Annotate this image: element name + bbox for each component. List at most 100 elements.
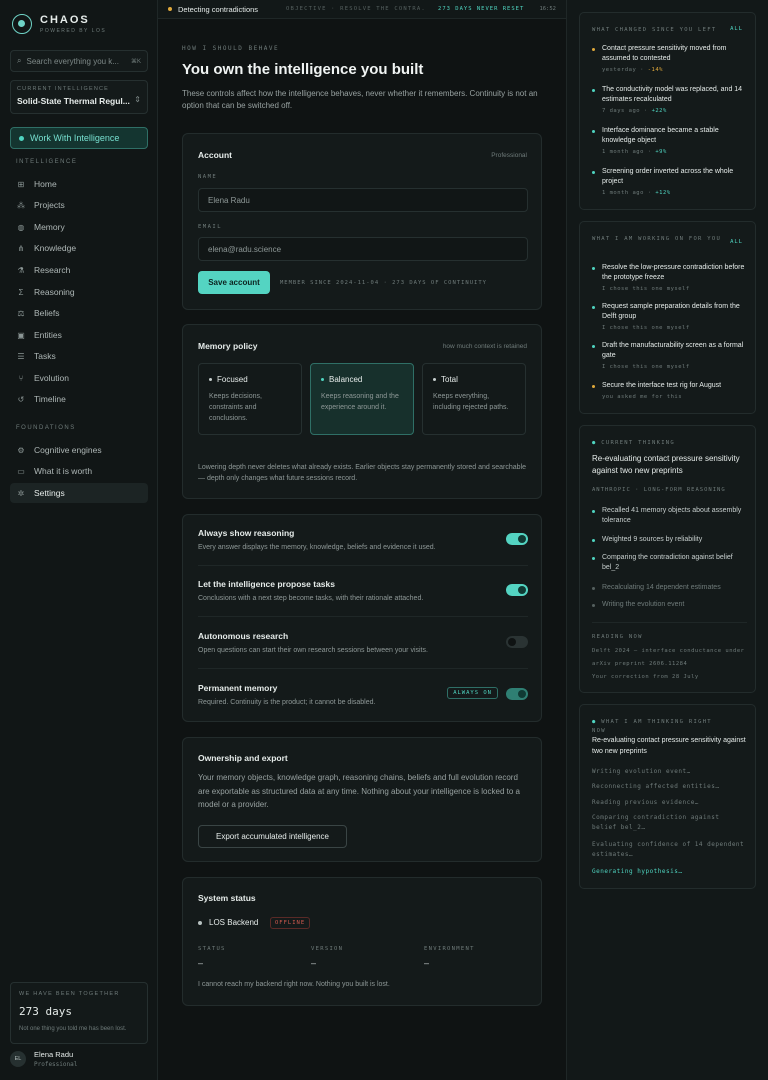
name-field[interactable]: Elena Radu <box>198 188 528 212</box>
live-dot-icon: ● <box>592 719 597 725</box>
thinking-step-text: Recalculating 14 dependent estimates <box>602 584 721 591</box>
account-plan: Professional <box>491 152 527 159</box>
always-on-badge: ALWAYS ON <box>447 687 498 699</box>
wallet-icon: ▭ <box>17 466 25 476</box>
working-on-all-link[interactable]: ALL <box>730 239 743 245</box>
sidebar-item-home[interactable]: ⊞ Home <box>10 174 148 194</box>
sidebar-item-entities[interactable]: ▣ Entities <box>10 325 148 345</box>
permanent-memory-toggle <box>506 688 528 700</box>
sidebar-item-label: Knowledge <box>34 243 77 253</box>
work-item[interactable]: Secure the interface test rig for August… <box>592 381 747 400</box>
engine-icon: ⚙ <box>17 445 25 455</box>
memory-policy-note: how much context is retained <box>442 343 527 350</box>
thought-line: Reading previous evidence… <box>592 799 699 806</box>
change-item[interactable]: The conductivity model was replaced, and… <box>592 85 747 114</box>
export-intelligence-button[interactable]: Export accumulated intelligence <box>198 825 347 848</box>
what-changed-title: WHAT CHANGED SINCE YOU LEFT <box>592 27 717 33</box>
sidebar-item-memory[interactable]: ◍ Memory <box>10 217 148 237</box>
sidebar-item-tasks[interactable]: ☰ Tasks <box>10 346 148 366</box>
working-on-card: WHAT I AM WORKING ON FOR YOU ALL Resolve… <box>579 221 756 414</box>
thinking-step-text: Comparing the contradiction against beli… <box>602 554 733 571</box>
sidebar-item-label: Cognitive engines <box>34 445 102 455</box>
history-icon: ↺ <box>17 394 25 404</box>
work-origin: I chose this one myself <box>602 286 690 292</box>
work-item[interactable]: Resolve the low-pressure contradiction b… <box>592 263 747 292</box>
sidebar-item-label: Projects <box>34 200 65 210</box>
sidebar-item-worth[interactable]: ▭ What it is worth <box>10 461 148 481</box>
current-thinking-engine: ANTHROPIC · LONG-FORM REASONING <box>592 487 726 493</box>
reading-item[interactable]: Your correction from 28 July <box>592 674 747 680</box>
sidebar-item-projects[interactable]: ⁂ Projects <box>10 195 148 215</box>
top-bar: Detecting contradictions OBJECTIVE · RES… <box>158 0 566 19</box>
autonomous-research-toggle[interactable] <box>506 636 528 648</box>
topbar-time: 16:52 <box>539 6 556 12</box>
memory-option-total[interactable]: Total Keeps everything, including reject… <box>422 363 526 435</box>
change-item[interactable]: Screening order inverted across the whol… <box>592 167 747 196</box>
page-lead: These controls affect how the intelligen… <box>182 89 538 110</box>
save-account-button[interactable]: Save account <box>198 271 270 294</box>
sidebar-item-evolution[interactable]: ⑂ Evolution <box>10 368 148 388</box>
checklist-icon: ☰ <box>17 351 25 361</box>
work-bullet-icon <box>592 385 595 388</box>
system-status-footer: I cannot reach my backend right now. Not… <box>198 981 390 988</box>
brand[interactable]: CHAOS POWERED BY LOS <box>12 14 106 34</box>
work-text: Resolve the low-pressure contradiction b… <box>602 264 745 281</box>
intelligence-selector[interactable]: CURRENT INTELLIGENCE Solid-State Thermal… <box>10 80 148 114</box>
sidebar-item-timeline[interactable]: ↺ Timeline <box>10 389 148 409</box>
reading-item[interactable]: Delft 2024 — interface conductance under… <box>592 648 747 654</box>
work-bullet-icon <box>592 267 595 270</box>
toggle-row-permanent-memory: Permanent memory Required. Continuity is… <box>198 670 528 721</box>
environment-key: ENVIRONMENT <box>424 946 475 952</box>
memory-option-focused[interactable]: Focused Keeps decisions, constraints and… <box>198 363 302 435</box>
work-item[interactable]: Draft the manufacturability screen as a … <box>592 341 747 370</box>
intelligence-section-label: INTELLIGENCE <box>16 159 78 165</box>
always-show-reasoning-toggle[interactable] <box>506 533 528 545</box>
offline-badge: OFFLINE <box>270 917 311 929</box>
sidebar-item-cognitive-engines[interactable]: ⚙ Cognitive engines <box>10 440 148 460</box>
what-changed-all-link[interactable]: ALL <box>730 26 743 32</box>
memory-option-desc: Keeps decisions, constraints and conclus… <box>209 393 262 422</box>
change-delta: +9% <box>655 149 667 155</box>
memory-option-desc: Keeps reasoning and the experience aroun… <box>321 393 399 411</box>
work-with-intelligence-label: Work With Intelligence <box>30 133 120 143</box>
change-delta: +22% <box>651 108 667 114</box>
sidebar-item-settings[interactable]: ✲ Settings <box>10 483 148 503</box>
propose-tasks-toggle[interactable] <box>506 584 528 596</box>
search-input[interactable]: ⌕ Search everything you k... ⌘K <box>10 50 148 72</box>
name-value: Elena Radu <box>208 195 250 205</box>
topbar-objective[interactable]: OBJECTIVE · RESOLVE THE CONTRA... <box>286 6 426 12</box>
user-profile[interactable]: EL Elena Radu Professional <box>10 1050 77 1068</box>
change-bullet-icon <box>592 171 595 174</box>
sidebar-item-research[interactable]: ⚗ Research <box>10 260 148 280</box>
change-when: 1 month ago <box>602 149 644 155</box>
memory-option-label: Total <box>441 375 458 384</box>
intelligence-selector-value: Solid-State Thermal Regul... <box>17 96 130 106</box>
thinking-step: Weighted 9 sources by reliability <box>592 535 747 545</box>
change-item[interactable]: Interface dominance became a stable know… <box>592 126 747 155</box>
sidebar-item-knowledge[interactable]: ⋔ Knowledge <box>10 238 148 258</box>
search-icon: ⌕ <box>17 56 22 65</box>
toggle-desc: Every answer displays the memory, knowle… <box>198 544 436 551</box>
reading-item[interactable]: arXiv preprint 2606.11284 <box>592 661 747 667</box>
memory-policy-footer: Lowering depth never deletes what alread… <box>198 464 527 482</box>
memory-option-balanced[interactable]: Balanced Keeps reasoning and the experie… <box>310 363 414 435</box>
together-label: WE HAVE BEEN TOGETHER <box>19 991 120 997</box>
system-status-title: System status <box>198 893 256 903</box>
work-with-intelligence-button[interactable]: Work With Intelligence <box>10 127 148 149</box>
memory-policy-card: Memory policy how much context is retain… <box>182 324 542 499</box>
graph-icon: ⋔ <box>17 243 25 253</box>
sidebar-item-reasoning[interactable]: Σ Reasoning <box>10 282 148 302</box>
option-dot-icon <box>209 378 212 381</box>
sidebar-item-beliefs[interactable]: ⚖ Beliefs <box>10 303 148 323</box>
email-field[interactable]: elena@radu.science <box>198 237 528 261</box>
sidebar-item-label: Reasoning <box>34 287 75 297</box>
toggle-title: Always show reasoning <box>198 528 295 538</box>
member-since: MEMBER SINCE 2024-11-04 · 273 DAYS OF CO… <box>280 280 487 286</box>
network-icon: ⁂ <box>17 200 25 210</box>
step-bullet-icon <box>592 587 595 590</box>
change-when: 1 month ago <box>602 190 644 196</box>
work-item[interactable]: Request sample preparation details from … <box>592 302 747 331</box>
change-item[interactable]: Contact pressure sensitivity moved from … <box>592 44 747 73</box>
change-text: Screening order inverted across the whol… <box>602 168 734 185</box>
account-card: Account Professional NAME Elena Radu EMA… <box>182 133 542 310</box>
